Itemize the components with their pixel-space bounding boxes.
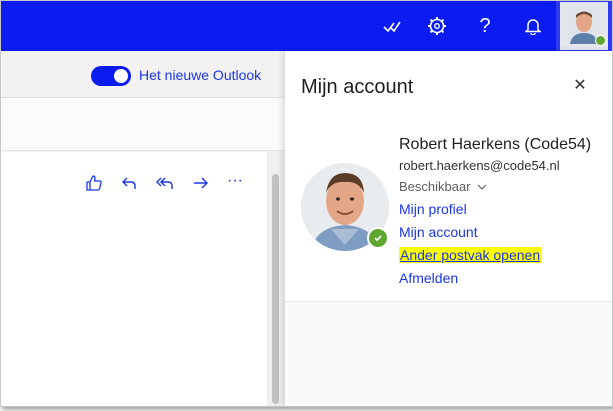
toggle-knob <box>114 69 128 83</box>
help-glyph: ? <box>479 14 491 37</box>
user-name: Robert Haerkens (Code54) <box>399 136 592 153</box>
more-icon[interactable]: ··· <box>223 169 247 193</box>
new-outlook-label: Het nieuwe Outlook <box>139 67 262 83</box>
presence-selector[interactable]: Beschikbaar <box>399 179 487 194</box>
presence-available-icon <box>367 227 389 249</box>
bell-icon[interactable] <box>520 13 546 39</box>
gear-icon[interactable] <box>424 13 450 39</box>
user-email: robert.haerkens@code54.nl <box>399 158 560 173</box>
account-card: Robert Haerkens (Code54) robert.haerkens… <box>285 119 612 302</box>
outlook-window: ? Het nieuwe Outlook ··· Mijn account ✕ … <box>0 0 613 407</box>
my-profile-link[interactable]: Mijn profiel <box>399 201 467 217</box>
my-account-link[interactable]: Mijn account <box>399 224 478 240</box>
scrollbar-thumb[interactable] <box>272 174 279 404</box>
reading-pane: ··· <box>1 152 267 406</box>
list-header-band <box>1 98 285 151</box>
open-other-mailbox-link[interactable]: Ander postvak openen <box>399 247 542 263</box>
avatar <box>560 2 608 50</box>
panel-header: Mijn account ✕ <box>285 51 612 120</box>
reply-all-icon[interactable] <box>153 171 177 195</box>
presence-dot-small <box>595 35 606 46</box>
mail-workspace: Het nieuwe Outlook ··· <box>1 51 285 406</box>
presence-label: Beschikbaar <box>399 179 471 194</box>
todo-check-icon[interactable] <box>379 13 405 39</box>
new-outlook-toggle-row: Het nieuwe Outlook <box>1 51 285 98</box>
close-glyph: ✕ <box>573 77 587 94</box>
top-bar: ? <box>1 1 612 51</box>
reply-icon[interactable] <box>117 171 141 195</box>
new-outlook-toggle[interactable] <box>91 66 131 86</box>
sign-out-link[interactable]: Afmelden <box>399 270 458 286</box>
like-icon[interactable] <box>82 171 106 195</box>
help-icon[interactable]: ? <box>472 13 498 39</box>
panel-title: Mijn account <box>301 76 414 98</box>
account-panel: Mijn account ✕ Robert Haerkens (Code54) … <box>285 51 612 406</box>
reading-scrollbar[interactable] <box>267 152 285 406</box>
close-icon[interactable]: ✕ <box>570 75 590 95</box>
more-glyph: ··· <box>227 172 243 189</box>
forward-icon[interactable] <box>189 171 213 195</box>
account-avatar-button[interactable] <box>556 1 612 51</box>
chevron-down-icon <box>477 184 487 190</box>
